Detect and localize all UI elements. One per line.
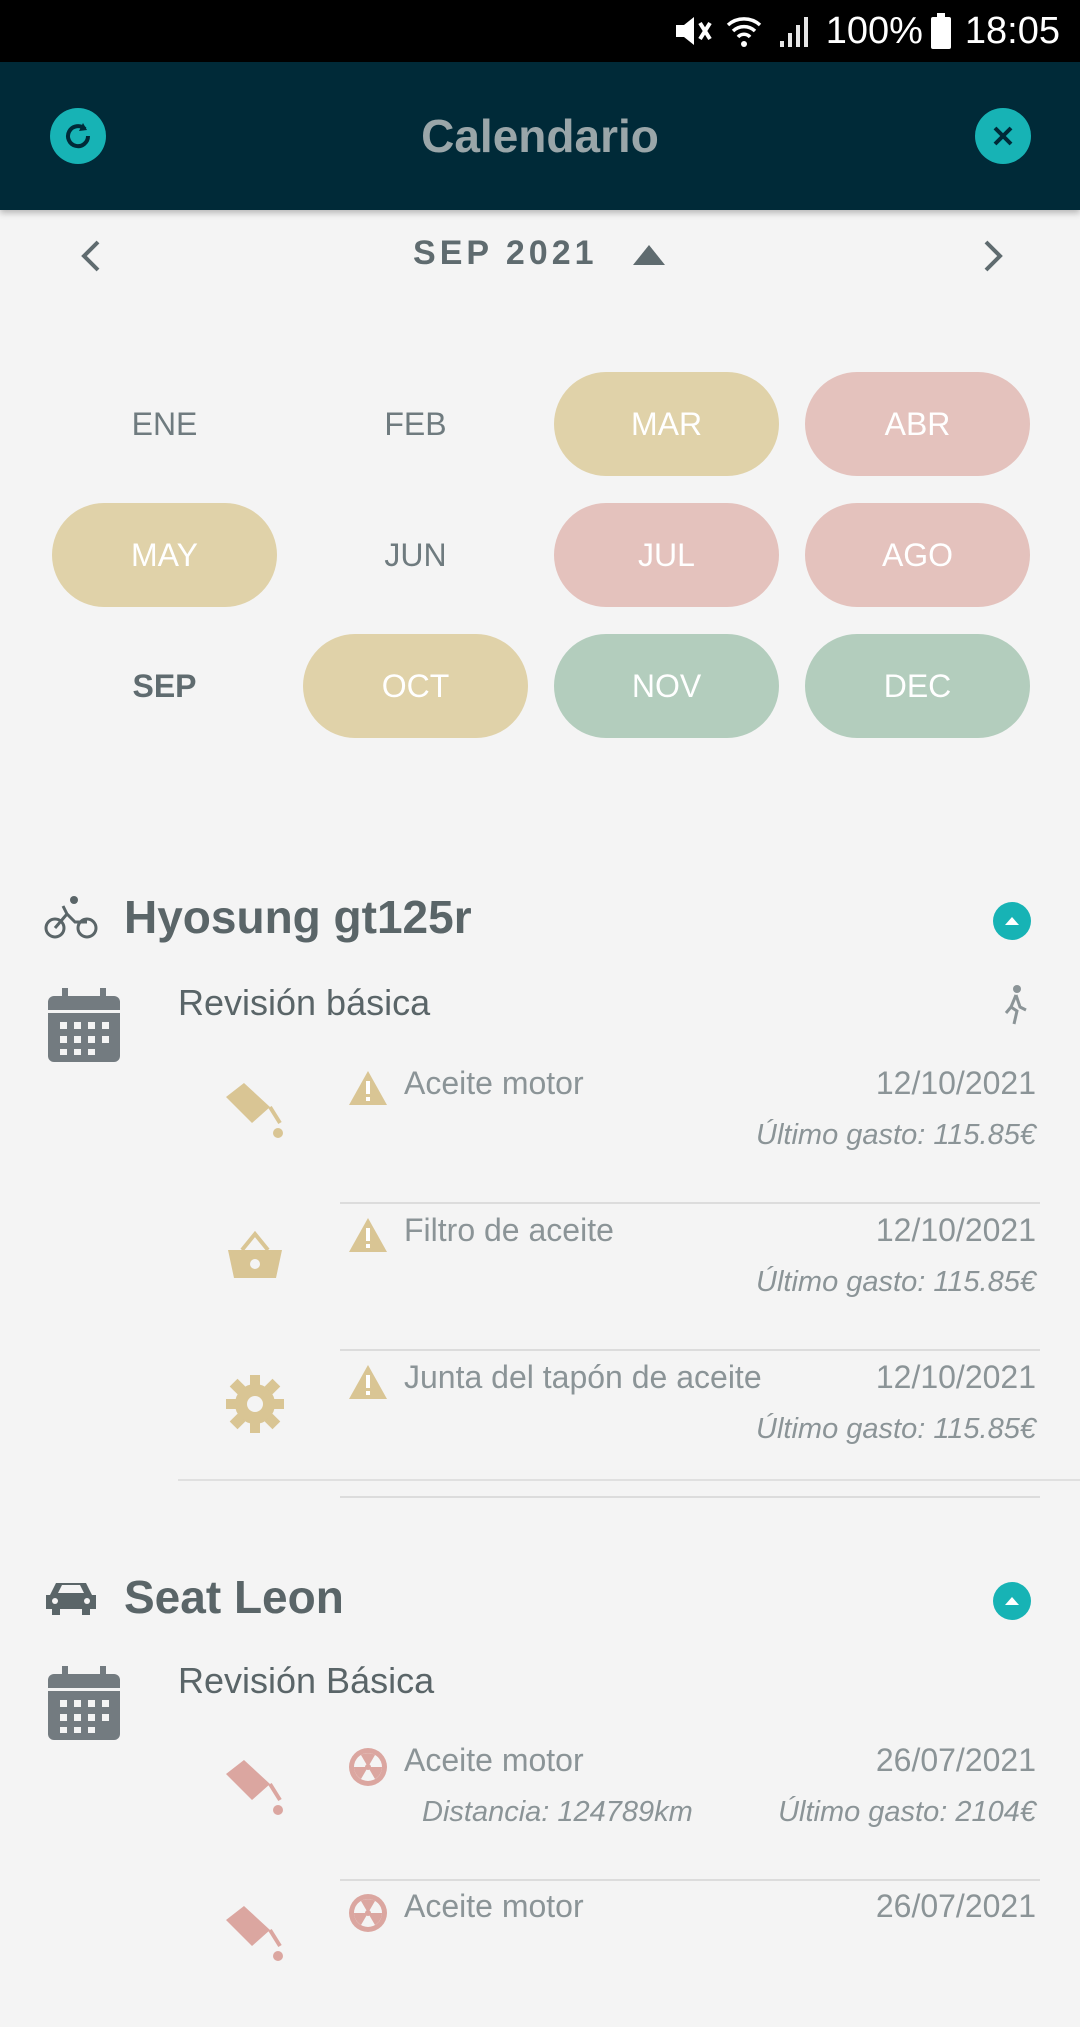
- month-nov[interactable]: NOV: [554, 634, 779, 738]
- chevron-right-icon[interactable]: [972, 236, 1012, 276]
- battery-icon: [930, 13, 951, 49]
- refresh-icon: [66, 123, 91, 149]
- collapse-button[interactable]: [993, 902, 1031, 940]
- item-name: Filtro de aceite: [404, 1212, 614, 1248]
- month-jun[interactable]: JUN: [303, 503, 528, 607]
- triangle-up-icon: [1005, 1597, 1019, 1605]
- list-item[interactable]: Filtro de aceite 12/10/2021 Último gasto…: [0, 1204, 1080, 1351]
- item-cost: Último gasto: 115.85€: [756, 1119, 1036, 1151]
- divider: [340, 1496, 1040, 1498]
- list-item[interactable]: Junta del tapón de aceite 12/10/2021 Últ…: [0, 1351, 1080, 1498]
- service-title: Revisión básica: [178, 982, 431, 1023]
- item-date: 12/10/2021: [875, 1065, 1036, 1101]
- wifi-icon: [726, 17, 761, 47]
- warning-icon: [349, 1071, 387, 1105]
- list-item[interactable]: Aceite motor 26/07/2021: [0, 1880, 1080, 2027]
- triangle-up-icon: [1005, 917, 1019, 925]
- battery-percent: 100%: [825, 9, 923, 52]
- calendar-icon: [48, 1666, 120, 1740]
- month-feb[interactable]: FEB: [303, 372, 528, 476]
- bicycle-icon: [44, 896, 98, 939]
- month-abr[interactable]: ABR: [805, 372, 1030, 476]
- oil-can-icon: [226, 1083, 283, 1138]
- month-may[interactable]: MAY: [52, 503, 277, 607]
- month-ene[interactable]: ENE: [52, 372, 277, 476]
- item-name: Aceite motor: [404, 1888, 584, 1924]
- item-name: Aceite motor: [404, 1742, 584, 1778]
- item-cost: Último gasto: 2104€: [778, 1796, 1036, 1828]
- list-item[interactable]: Aceite motor 12/10/2021 Último gasto: 11…: [0, 1057, 1080, 1204]
- months-grid: ENE FEB MAR ABR MAY JUN JUL AGO SEP OCT …: [52, 372, 1032, 738]
- item-cost: Último gasto: 115.85€: [756, 1413, 1036, 1445]
- mute-icon: [675, 17, 712, 45]
- collapse-button[interactable]: [993, 1582, 1031, 1620]
- calendar-icon: [48, 988, 120, 1062]
- refresh-button[interactable]: [50, 108, 106, 164]
- item-date: 26/07/2021: [875, 1742, 1036, 1778]
- triangle-up-icon: [632, 245, 665, 266]
- month-jul[interactable]: JUL: [554, 503, 779, 607]
- month-navigation: SEP 2021: [0, 220, 1080, 296]
- list-item[interactable]: Aceite motor 26/07/2021 Distancia: 12478…: [0, 1734, 1080, 1881]
- vehicle-name: Seat Leon: [124, 1571, 344, 1623]
- gear-icon: [226, 1375, 284, 1433]
- month-dec[interactable]: DEC: [805, 634, 1030, 738]
- car-icon: [46, 1583, 96, 1615]
- item-distance: Distancia: 124789km: [422, 1796, 693, 1828]
- status-bar: 100% 18:05: [0, 0, 1080, 62]
- item-date: 12/10/2021: [875, 1359, 1036, 1395]
- oil-can-icon: [226, 1906, 283, 1961]
- close-icon: [993, 126, 1013, 146]
- item-date: 26/07/2021: [875, 1888, 1036, 1924]
- month-year-label: SEP 2021: [413, 234, 598, 272]
- service-title: Revisión Básica: [178, 1660, 435, 1701]
- item-name: Aceite motor: [404, 1065, 584, 1101]
- month-oct[interactable]: OCT: [303, 634, 528, 738]
- walking-icon: [1004, 985, 1027, 1025]
- section-divider: [178, 1479, 1080, 1481]
- app-bar: Calendario: [0, 62, 1080, 210]
- radiation-icon: [349, 1894, 387, 1932]
- clock: 18:05: [964, 9, 1060, 52]
- oil-can-icon: [226, 1760, 283, 1815]
- month-mar[interactable]: MAR: [554, 372, 779, 476]
- month-year-selector[interactable]: SEP 2021: [0, 234, 1080, 273]
- radiation-icon: [349, 1748, 387, 1786]
- page-title: Calendario: [421, 110, 659, 162]
- signal-icon: [779, 17, 808, 47]
- basket-icon: [228, 1230, 282, 1278]
- month-sep[interactable]: SEP: [52, 634, 277, 738]
- item-name: Junta del tapón de aceite: [404, 1359, 762, 1395]
- warning-icon: [349, 1365, 387, 1399]
- item-cost: Último gasto: 115.85€: [756, 1266, 1036, 1298]
- item-date: 12/10/2021: [875, 1212, 1036, 1248]
- close-button[interactable]: [975, 108, 1031, 164]
- month-ago[interactable]: AGO: [805, 503, 1030, 607]
- vehicle-name: Hyosung gt125r: [124, 891, 472, 943]
- warning-icon: [349, 1218, 387, 1252]
